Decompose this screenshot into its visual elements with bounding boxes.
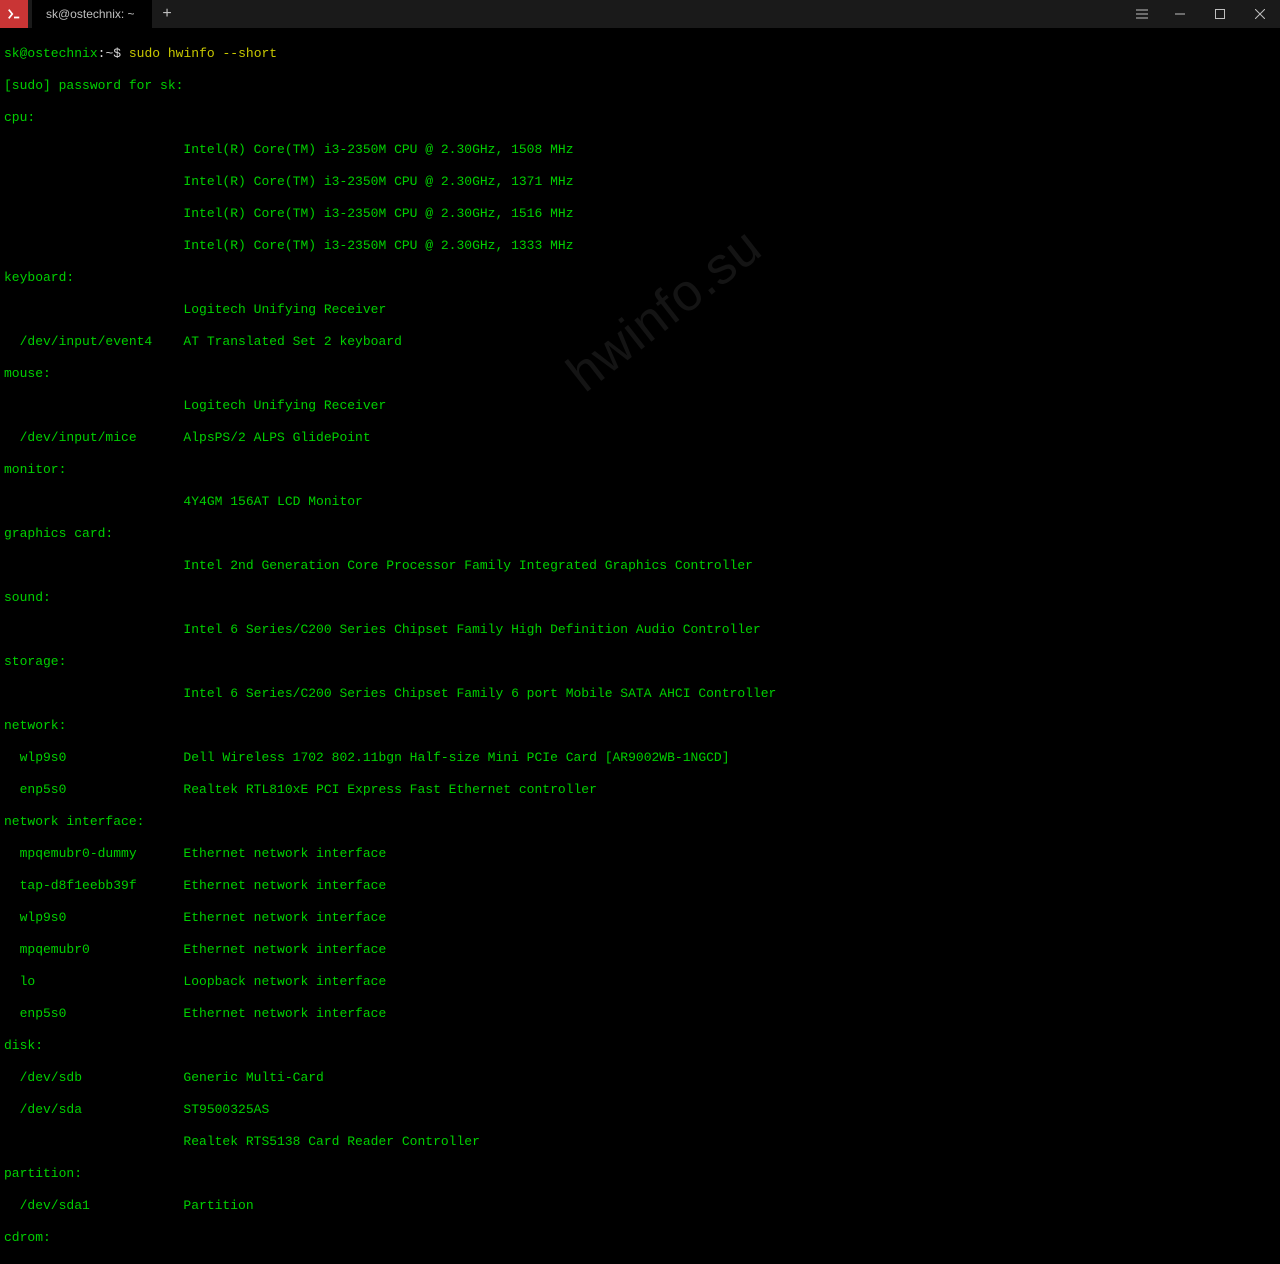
- output-line: /dev/input/event4 AT Translated Set 2 ke…: [4, 334, 1276, 350]
- close-button[interactable]: [1240, 0, 1280, 28]
- hamburger-icon: [1136, 9, 1148, 19]
- section-network-interface: network interface:: [4, 814, 1276, 830]
- maximize-icon: [1215, 9, 1225, 19]
- command-text: sudo hwinfo --short: [129, 46, 277, 61]
- section-sound: sound:: [4, 590, 1276, 606]
- output-line: Logitech Unifying Receiver: [4, 302, 1276, 318]
- output-line: tap-d8f1eebb39f Ethernet network interfa…: [4, 878, 1276, 894]
- section-monitor: monitor:: [4, 462, 1276, 478]
- section-storage: storage:: [4, 654, 1276, 670]
- output-line: Logitech Unifying Receiver: [4, 398, 1276, 414]
- menu-button[interactable]: [1124, 0, 1160, 28]
- maximize-button[interactable]: [1200, 0, 1240, 28]
- section-cdrom: cdrom:: [4, 1230, 1276, 1246]
- output-line: mpqemubr0-dummy Ethernet network interfa…: [4, 846, 1276, 862]
- minimize-icon: [1175, 9, 1185, 19]
- output-line: enp5s0 Realtek RTL810xE PCI Express Fast…: [4, 782, 1276, 798]
- tab-active[interactable]: sk@ostechnix: ~: [32, 0, 152, 28]
- new-tab-button[interactable]: +: [152, 0, 182, 28]
- output-line: [sudo] password for sk:: [4, 78, 1276, 94]
- output-line: Intel 6 Series/C200 Series Chipset Famil…: [4, 622, 1276, 638]
- terminal-app-icon[interactable]: [0, 0, 28, 28]
- output-line: wlp9s0 Ethernet network interface: [4, 910, 1276, 926]
- output-line: Intel(R) Core(TM) i3-2350M CPU @ 2.30GHz…: [4, 206, 1276, 222]
- output-line: lo Loopback network interface: [4, 974, 1276, 990]
- window-controls: [1124, 0, 1280, 28]
- close-icon: [1255, 9, 1265, 19]
- output-line: /dev/sda1 Partition: [4, 1198, 1276, 1214]
- output-line: wlp9s0 Dell Wireless 1702 802.11bgn Half…: [4, 750, 1276, 766]
- section-mouse: mouse:: [4, 366, 1276, 382]
- section-partition: partition:: [4, 1166, 1276, 1182]
- prompt-dollar: $: [113, 46, 121, 61]
- section-network: network:: [4, 718, 1276, 734]
- output-line: 4Y4GM 156AT LCD Monitor: [4, 494, 1276, 510]
- tab-area: sk@ostechnix: ~ +: [0, 0, 182, 28]
- section-graphics: graphics card:: [4, 526, 1276, 542]
- output-line: /dev/sdb Generic Multi-Card: [4, 1070, 1276, 1086]
- section-cpu: cpu:: [4, 110, 1276, 126]
- terminal-body[interactable]: sk@ostechnix:~$ sudo hwinfo --short [sud…: [0, 28, 1280, 1264]
- output-line: Intel(R) Core(TM) i3-2350M CPU @ 2.30GHz…: [4, 238, 1276, 254]
- output-line: Intel(R) Core(TM) i3-2350M CPU @ 2.30GHz…: [4, 174, 1276, 190]
- output-line: Intel 6 Series/C200 Series Chipset Famil…: [4, 686, 1276, 702]
- output-line: Realtek RTS5138 Card Reader Controller: [4, 1134, 1276, 1150]
- output-line: enp5s0 Ethernet network interface: [4, 1006, 1276, 1022]
- output-line: /dev/sda ST9500325AS: [4, 1102, 1276, 1118]
- section-keyboard: keyboard:: [4, 270, 1276, 286]
- output-line: Intel(R) Core(TM) i3-2350M CPU @ 2.30GHz…: [4, 142, 1276, 158]
- tab-title: sk@ostechnix: ~: [46, 7, 135, 21]
- prompt-userhost: sk@ostechnix: [4, 46, 98, 61]
- plus-icon: +: [162, 5, 172, 23]
- section-disk: disk:: [4, 1038, 1276, 1054]
- output-line: /dev/input/mice AlpsPS/2 ALPS GlidePoint: [4, 430, 1276, 446]
- output-line: Intel 2nd Generation Core Processor Fami…: [4, 558, 1276, 574]
- title-bar: sk@ostechnix: ~ +: [0, 0, 1280, 28]
- prompt-line: sk@ostechnix:~$ sudo hwinfo --short: [4, 46, 1276, 62]
- minimize-button[interactable]: [1160, 0, 1200, 28]
- output-line: mpqemubr0 Ethernet network interface: [4, 942, 1276, 958]
